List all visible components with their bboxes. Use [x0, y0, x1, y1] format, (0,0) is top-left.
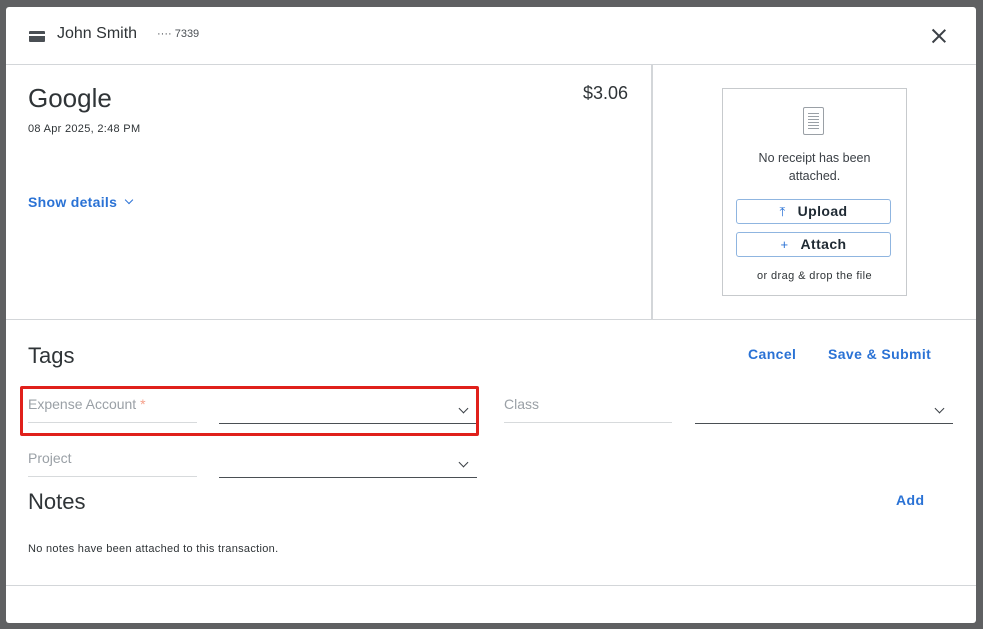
upload-label: Upload — [797, 203, 848, 219]
card-number-mask: ···· 7339 — [157, 28, 200, 40]
section-divider — [6, 319, 976, 320]
project-label: Project — [28, 450, 197, 477]
cardholder-name: John Smith — [57, 25, 138, 42]
transaction-modal: John Smith ···· 7339 Google 08 Apr 2025,… — [6, 7, 976, 623]
class-label: Class — [504, 396, 672, 423]
project-label-text: Project — [28, 450, 72, 466]
receipt-panel[interactable]: No receipt has been attached. ⤒ Upload + A… — [722, 88, 907, 296]
class-select[interactable] — [695, 396, 953, 424]
plus-icon: + — [780, 237, 789, 252]
notes-title: Notes — [28, 489, 86, 514]
transaction-datetime: 08 Apr 2025, 2:48 PM — [28, 123, 141, 135]
tags-title: Tags — [28, 343, 75, 368]
drag-drop-hint: or drag & drop the file — [757, 270, 872, 282]
vertical-divider — [651, 65, 653, 319]
save-submit-button[interactable]: Save & Submit — [828, 346, 931, 362]
attach-button[interactable]: + Attach — [736, 232, 891, 257]
show-details-link[interactable]: Show details — [28, 194, 134, 210]
no-receipt-message: No receipt has been attached. — [758, 151, 871, 183]
show-details-label: Show details — [28, 194, 118, 210]
project-select[interactable] — [219, 450, 477, 478]
chevron-down-icon — [934, 403, 945, 414]
modal-header: John Smith ···· 7339 — [6, 7, 976, 65]
upload-button[interactable]: ⤒ Upload — [736, 199, 891, 224]
add-note-button[interactable]: Add — [896, 492, 924, 508]
upload-icon: ⤒ — [779, 204, 786, 219]
class-label-text: Class — [504, 396, 540, 412]
receipt-icon — [803, 107, 824, 135]
chevron-down-icon — [458, 457, 469, 468]
notes-empty-message: No notes have been attached to this tran… — [28, 543, 279, 555]
highlight-box — [20, 386, 479, 436]
transaction-amount: $3.06 — [582, 83, 628, 103]
cancel-button[interactable]: Cancel — [748, 346, 796, 362]
credit-card-icon — [29, 31, 45, 42]
chevron-down-icon — [124, 195, 134, 205]
attach-label: Attach — [800, 236, 847, 252]
footer-divider — [6, 585, 976, 586]
close-icon[interactable] — [924, 21, 954, 51]
merchant-name: Google — [28, 83, 112, 113]
